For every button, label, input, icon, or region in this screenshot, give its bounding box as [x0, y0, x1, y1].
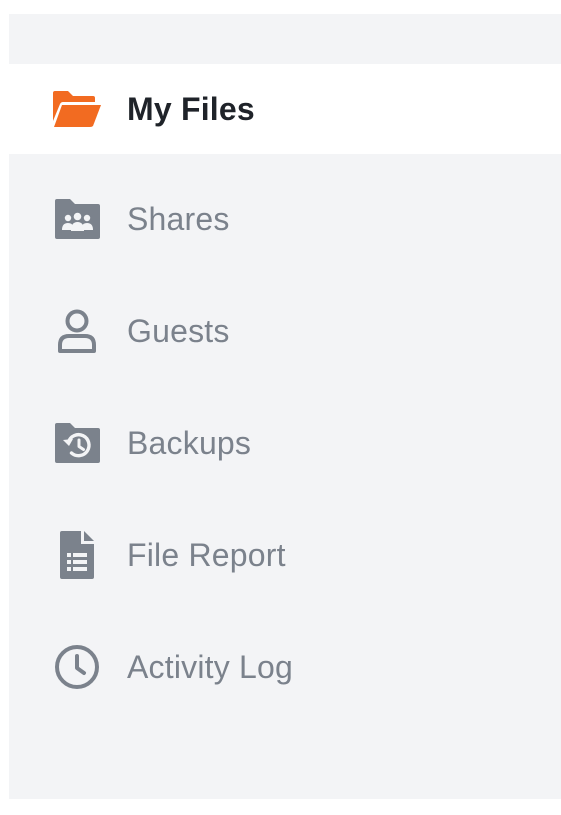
- sidebar-item-my-files[interactable]: My Files: [9, 64, 561, 154]
- sidebar-item-label: File Report: [127, 536, 286, 573]
- shared-folder-icon: [49, 191, 105, 247]
- sidebar-item-label: My Files: [127, 90, 255, 127]
- sidebar-item-label: Shares: [127, 200, 230, 237]
- sidebar-item-activity-log[interactable]: Activity Log: [9, 622, 561, 712]
- sidebar-item-guests[interactable]: Guests: [9, 286, 561, 376]
- sidebar: My Files Shares Guests Backups File Repo…: [9, 14, 561, 799]
- sidebar-item-shares[interactable]: Shares: [9, 174, 561, 264]
- backup-folder-icon: [49, 415, 105, 471]
- clock-icon: [49, 639, 105, 695]
- folder-open-icon: [49, 81, 105, 137]
- sidebar-item-label: Activity Log: [127, 648, 294, 685]
- sidebar-item-label: Backups: [127, 424, 252, 461]
- sidebar-item-file-report[interactable]: File Report: [9, 510, 561, 600]
- sidebar-item-label: Guests: [127, 312, 230, 349]
- user-icon: [49, 303, 105, 359]
- sidebar-item-backups[interactable]: Backups: [9, 398, 561, 488]
- file-report-icon: [49, 527, 105, 583]
